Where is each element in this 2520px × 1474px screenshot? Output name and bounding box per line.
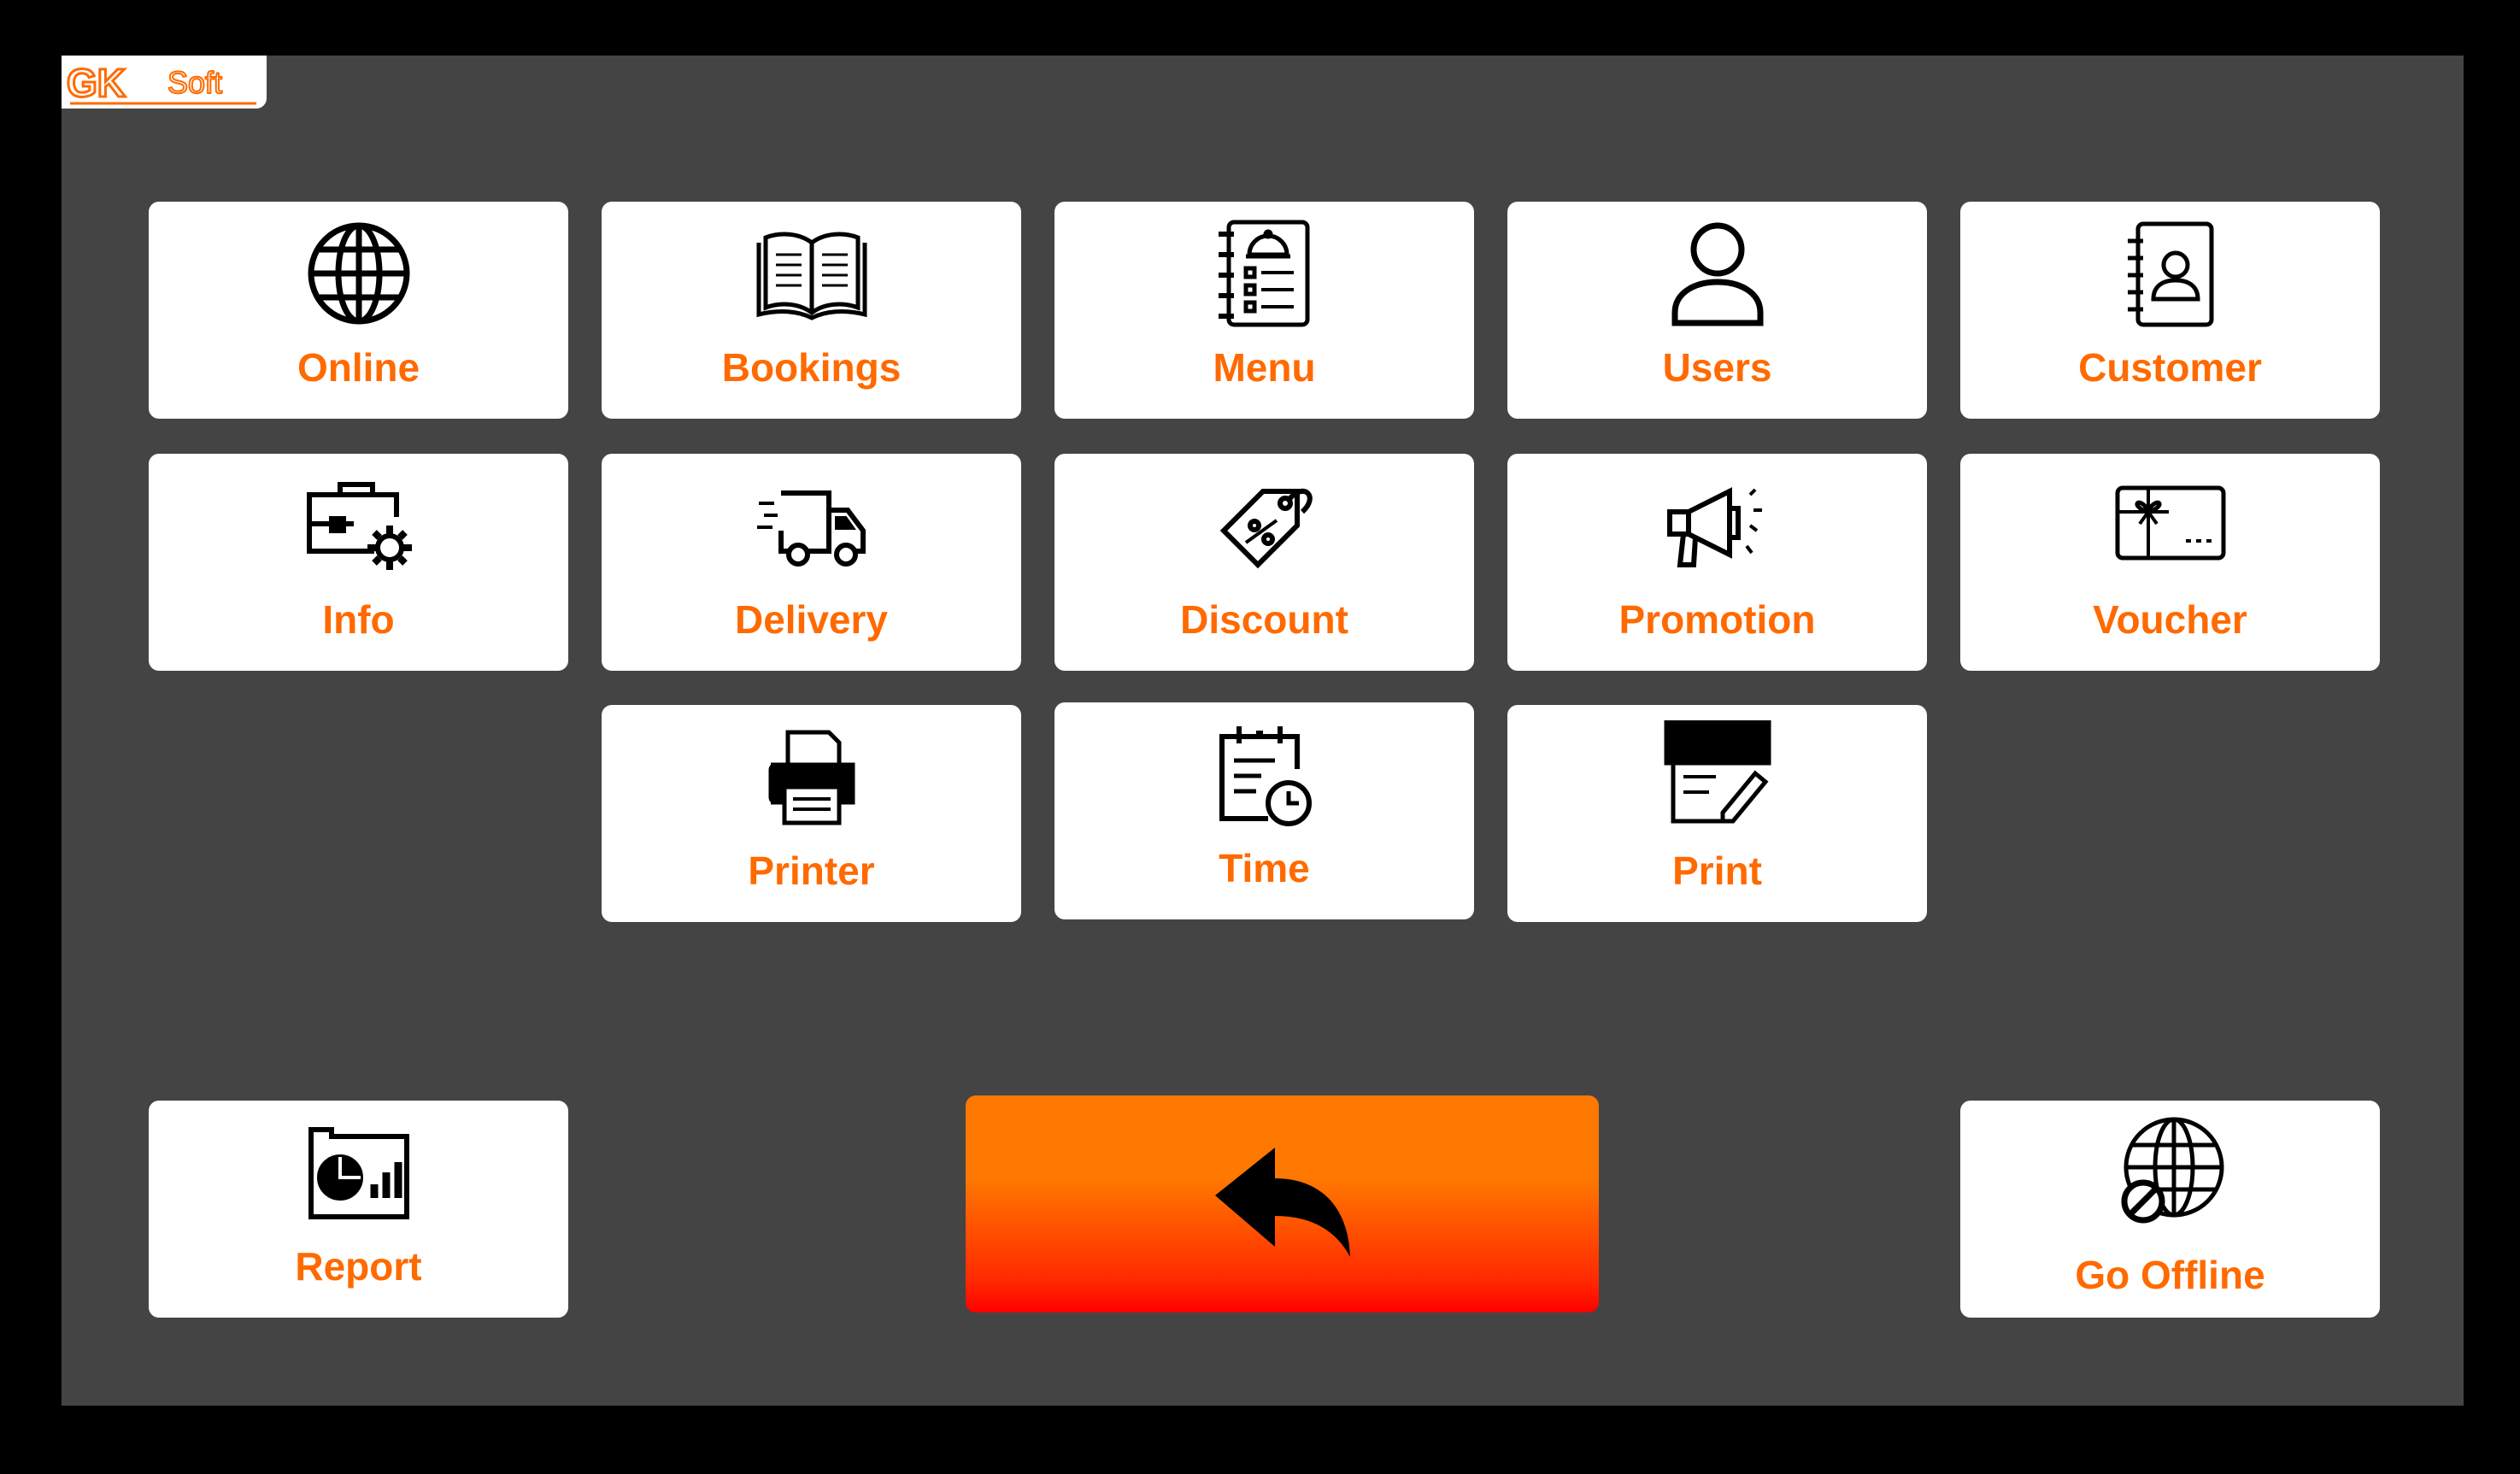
info-label: Info	[322, 597, 395, 642]
print-button[interactable]: Print	[1507, 705, 1927, 922]
voucher-label: Voucher	[2093, 597, 2247, 642]
go-offline-button[interactable]: Go Offline	[1960, 1101, 2380, 1318]
menu-label: Menu	[1213, 345, 1316, 390]
bookings-button[interactable]: Bookings	[602, 202, 1021, 419]
online-label: Online	[297, 345, 420, 390]
globe-icon	[149, 217, 568, 330]
document-edit-icon	[1507, 720, 1927, 833]
globe-offline-icon	[1960, 1116, 2380, 1229]
customer-label: Customer	[2078, 345, 2262, 390]
delivery-label: Delivery	[734, 597, 888, 642]
time-label: Time	[1219, 846, 1310, 890]
delivery-truck-icon	[602, 469, 1021, 582]
report-label: Report	[295, 1244, 422, 1289]
bookings-label: Bookings	[721, 345, 902, 390]
menu-book-icon	[1054, 217, 1474, 330]
voucher-button[interactable]: Voucher	[1960, 454, 2380, 671]
book-icon	[602, 217, 1021, 330]
time-button[interactable]: Time	[1054, 702, 1474, 919]
gift-card-icon	[1960, 469, 2380, 582]
report-chart-icon	[149, 1116, 568, 1229]
back-button[interactable]	[966, 1095, 1599, 1313]
back-arrow-icon	[1214, 1148, 1350, 1257]
print-label: Print	[1672, 849, 1762, 893]
briefcase-gear-icon	[149, 469, 568, 582]
discount-tag-icon	[1054, 469, 1474, 582]
promotion-button[interactable]: Promotion	[1507, 454, 1927, 671]
printer-button[interactable]: Printer	[602, 705, 1021, 922]
calendar-clock-icon	[1054, 718, 1474, 831]
online-button[interactable]: Online	[149, 202, 568, 419]
users-button[interactable]: Users	[1507, 202, 1927, 419]
contact-book-icon	[1960, 217, 2380, 330]
report-button[interactable]: Report	[149, 1101, 568, 1318]
promotion-label: Promotion	[1618, 597, 1816, 642]
discount-label: Discount	[1180, 597, 1348, 642]
svg-text:GK: GK	[67, 61, 126, 105]
go-offline-label: Go Offline	[2075, 1253, 2265, 1297]
printer-label: Printer	[748, 849, 875, 893]
customer-button[interactable]: Customer	[1960, 202, 2380, 419]
users-label: Users	[1662, 345, 1772, 390]
info-button[interactable]: Info	[149, 454, 568, 671]
gksoft-logo: GK Soft	[62, 56, 267, 109]
printer-icon	[602, 720, 1021, 833]
svg-text:Soft: Soft	[167, 65, 222, 100]
discount-button[interactable]: Discount	[1054, 454, 1474, 671]
megaphone-icon	[1507, 469, 1927, 582]
menu-button[interactable]: Menu	[1054, 202, 1474, 419]
user-icon	[1507, 217, 1927, 330]
main-screen: GK Soft Online Bookings Menu Users Custo…	[62, 56, 2464, 1406]
delivery-button[interactable]: Delivery	[602, 454, 1021, 671]
